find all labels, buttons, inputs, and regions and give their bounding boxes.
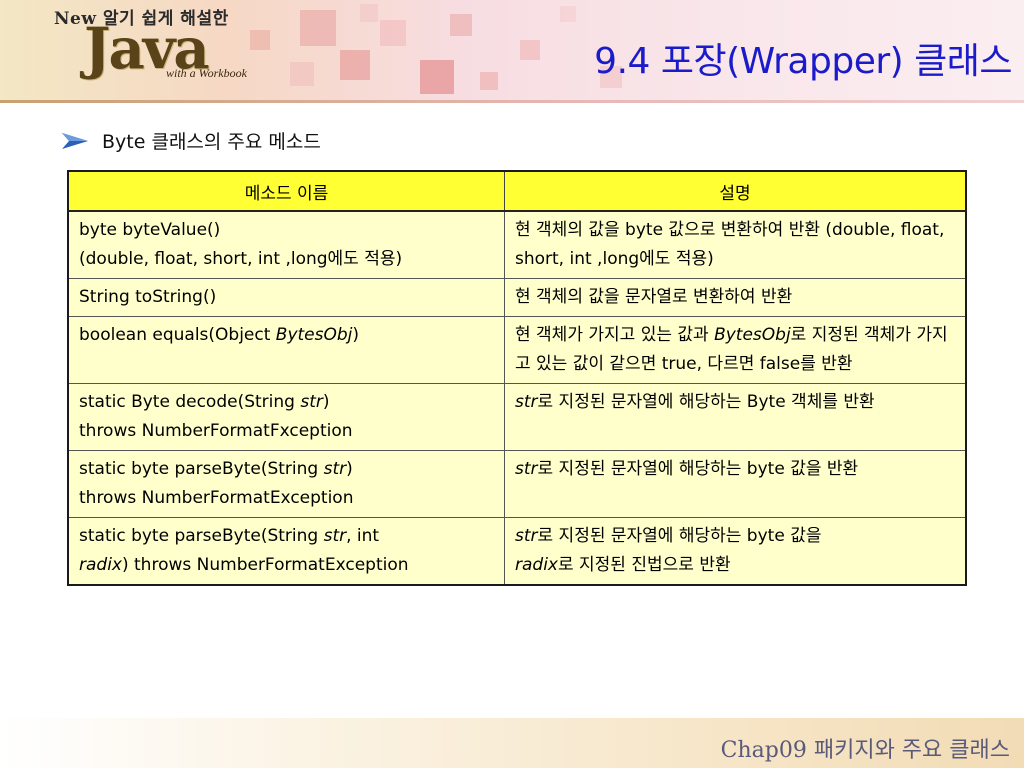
table-row: static byte parseByte(String str) throws…: [67, 450, 967, 518]
header-method-name: 메소드 이름: [67, 170, 505, 212]
section-title: Byte 클래스의 주요 메소드: [102, 131, 321, 153]
method-cell: static Byte decode(String str) throws Nu…: [67, 383, 505, 451]
description-cell: 현 객체가 가지고 있는 값과 BytesObj로 지정된 객체가 가지고 있는…: [504, 316, 967, 384]
table-row: String toString() 현 객체의 값을 문자열로 변환하여 반환: [67, 278, 967, 317]
table-row: static Byte decode(String str) throws Nu…: [67, 383, 967, 451]
table-row: boolean equals(Object BytesObj) 현 객체가 가지…: [67, 316, 967, 384]
method-cell: static byte parseByte(String str, int ra…: [67, 517, 505, 586]
method-cell: String toString(): [67, 278, 505, 317]
method-cell: byte byteValue() (double, float, short, …: [67, 210, 505, 279]
method-table: 메소드 이름 설명 byte byteValue() (double, floa…: [67, 170, 967, 586]
description-cell: 현 객체의 값을 문자열로 변환하여 반환: [504, 278, 967, 317]
arrow-bullet-icon: [62, 132, 88, 149]
description-cell: 현 객체의 값을 byte 값으로 변환하여 반환 (double, float…: [504, 210, 967, 279]
page-title: 9.4 포장(Wrapper) 클래스: [594, 41, 1012, 82]
header-description: 설명: [504, 170, 967, 212]
description-cell: str로 지정된 문자열에 해당하는 byte 값을 반환: [504, 450, 967, 518]
section-heading: Byte 클래스의 주요 메소드: [62, 127, 321, 154]
slide-footer: Chap09 패키지와 주요 클래스: [0, 718, 1024, 768]
method-cell: static byte parseByte(String str) throws…: [67, 450, 505, 518]
table-header-row: 메소드 이름 설명: [67, 170, 967, 212]
logo-sub-text: with a Workbook: [166, 66, 247, 80]
description-cell: str로 지정된 문자열에 해당하는 byte 값을 radix로 지정된 진법…: [504, 517, 967, 586]
table-row: static byte parseByte(String str, int ra…: [67, 517, 967, 586]
table-row: byte byteValue() (double, float, short, …: [67, 210, 967, 279]
method-cell: boolean equals(Object BytesObj): [67, 316, 505, 384]
footer-chapter-text: Chap09 패키지와 주요 클래스: [720, 738, 1010, 763]
book-logo: New 알기 쉽게 해설한 Java with a Workbook: [48, 2, 278, 98]
description-cell: str로 지정된 문자열에 해당하는 Byte 객체를 반환: [504, 383, 967, 451]
header-divider: [0, 100, 1024, 103]
slide-header: New 알기 쉽게 해설한 Java with a Workbook 9.4 포…: [0, 0, 1024, 102]
